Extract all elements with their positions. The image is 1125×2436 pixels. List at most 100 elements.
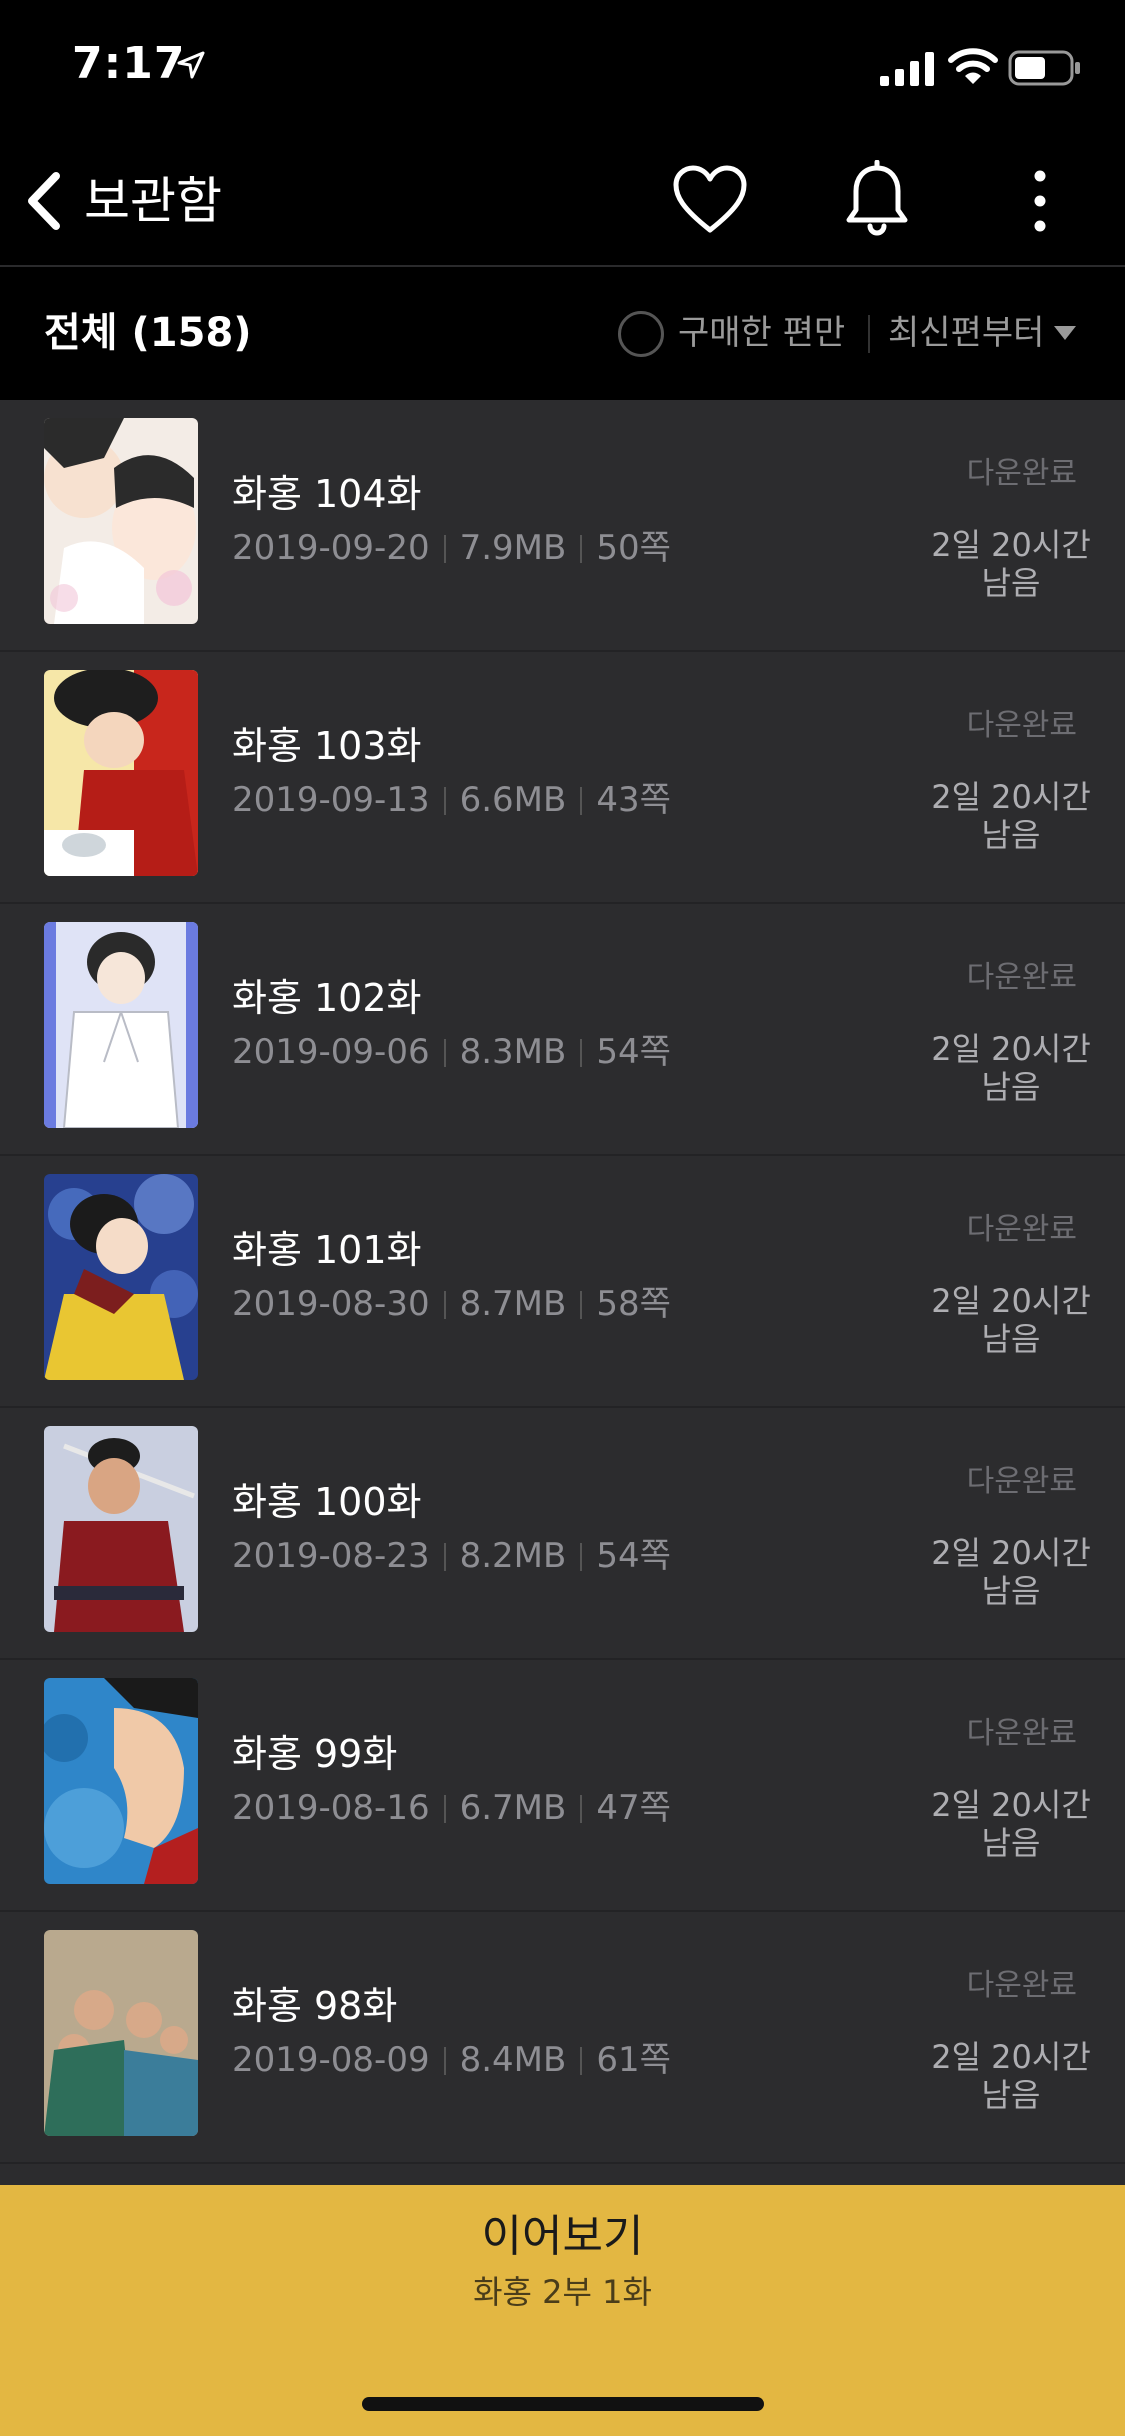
time-remaining: 2일 20시간 남음 [921,526,1101,602]
episode-meta: 2019-08-16 6.7MB 47쪽 [232,1784,671,1832]
heart-icon[interactable] [672,164,748,236]
episode-date: 2019-08-30 [232,1284,430,1324]
episode-meta: 2019-08-30 8.7MB 58쪽 [232,1280,671,1328]
time-remaining-value: 2일 20시간 [931,526,1091,564]
episode-date: 2019-08-16 [232,1788,430,1828]
time-remaining-suffix: 남음 [981,1320,1041,1358]
episode-row[interactable]: 화홍 101화 2019-08-30 8.7MB 58쪽 다운완료 2일 20시간 … [0,1156,1125,1408]
episode-title: 화홍 103화 [232,724,422,768]
episode-meta: 2019-08-23 8.2MB 54쪽 [232,1532,671,1580]
meta-divider [443,1039,446,1067]
location-arrow-icon [177,51,205,79]
sort-dropdown[interactable]: 최신편부터 [888,307,1044,359]
episode-row[interactable]: 화홍 100화 2019-08-23 8.2MB 54쪽 다운완료 2일 20시간 … [0,1408,1125,1660]
total-count-label: 전체 (158) [44,310,252,356]
episode-thumbnail [44,1930,198,2136]
meta-divider [443,1795,446,1823]
meta-divider [580,1291,583,1319]
episode-size: 6.6MB [459,780,567,820]
episode-size: 8.7MB [459,1284,567,1324]
time-remaining-value: 2일 20시간 [931,778,1091,816]
download-status: 다운완료 [966,1212,1077,1247]
meta-divider [580,1543,583,1571]
episode-pages: 47쪽 [596,1788,671,1828]
time-remaining-value: 2일 20시간 [931,1534,1091,1572]
episode-size: 6.7MB [459,1788,567,1828]
home-indicator[interactable] [362,2397,764,2411]
time-remaining-suffix: 남음 [981,1068,1041,1106]
time-remaining-suffix: 남음 [981,564,1041,602]
more-icon[interactable] [1020,166,1060,236]
time-remaining: 2일 20시간 남음 [921,2038,1101,2114]
episode-title: 화홍 99화 [232,1732,398,1776]
episode-date: 2019-08-09 [232,2040,430,2080]
time-remaining: 2일 20시간 남음 [921,1534,1101,1610]
episode-date: 2019-09-13 [232,780,430,820]
episode-pages: 58쪽 [596,1284,671,1324]
episode-row[interactable]: 화홍 104화 2019-09-20 7.9MB 50쪽 다운완료 2일 20시간 … [0,400,1125,652]
episode-meta: 2019-09-06 8.3MB 54쪽 [232,1028,671,1076]
episode-date: 2019-09-06 [232,1032,430,1072]
wifi-icon [948,48,998,84]
episode-thumbnail [44,1174,198,1380]
continue-reading-episode: 화홍 2부 1화 [473,2273,652,2311]
status-bar: 7:17 [0,0,1125,140]
download-status: 다운완료 [966,960,1077,995]
episode-thumbnail [44,418,198,624]
episode-thumbnail [44,670,198,876]
episode-thumbnail [44,922,198,1128]
battery-icon [1008,50,1080,86]
bell-icon[interactable] [844,160,910,240]
time-remaining-suffix: 남음 [981,2076,1041,2114]
episode-pages: 43쪽 [596,780,671,820]
time-remaining-suffix: 남음 [981,816,1041,854]
download-status: 다운완료 [966,1464,1077,1499]
episode-title: 화홍 101화 [232,1228,422,1272]
episode-size: 8.4MB [459,2040,567,2080]
episode-meta: 2019-08-09 8.4MB 61쪽 [232,2036,671,2084]
download-status: 다운완료 [966,456,1077,491]
continue-reading-button[interactable]: 이어보기 화홍 2부 1화 [0,2185,1125,2436]
meta-divider [443,1291,446,1319]
row-divider [0,2162,1125,2164]
caret-down-icon[interactable] [1052,323,1078,343]
download-status: 다운완료 [966,1968,1077,2003]
episode-title: 화홍 104화 [232,472,422,516]
time-remaining: 2일 20시간 남음 [921,1786,1101,1862]
continue-reading-label: 이어보기 [481,2211,644,2262]
time-remaining-value: 2일 20시간 [931,1030,1091,1068]
time-remaining-value: 2일 20시간 [931,1786,1091,1824]
episode-pages: 61쪽 [596,2040,671,2080]
episode-row[interactable]: 화홍 99화 2019-08-16 6.7MB 47쪽 다운완료 2일 20시간 남… [0,1660,1125,1912]
meta-divider [443,2047,446,2075]
download-status: 다운완료 [966,708,1077,743]
purchased-only-label[interactable]: 구매한 편만 [678,307,845,359]
episode-date: 2019-09-20 [232,528,430,568]
meta-divider [580,2047,583,2075]
purchased-only-radio[interactable] [618,311,664,357]
episode-row[interactable]: 화홍 102화 2019-09-06 8.3MB 54쪽 다운완료 2일 20시간 … [0,904,1125,1156]
status-time: 7:17 [72,38,186,89]
back-icon[interactable] [22,168,66,234]
episode-size: 8.2MB [459,1536,567,1576]
page-title[interactable]: 보관함 [84,166,222,236]
download-status: 다운완료 [966,1716,1077,1751]
episode-title: 화홍 98화 [232,1984,398,2028]
filter-bar: 전체 (158) 구매한 편만 최신편부터 [0,267,1125,400]
episode-size: 8.3MB [459,1032,567,1072]
meta-divider [443,787,446,815]
episode-size: 7.9MB [459,528,567,568]
episode-row[interactable]: 화홍 103화 2019-09-13 6.6MB 43쪽 다운완료 2일 20시간 … [0,652,1125,904]
episode-title: 화홍 102화 [232,976,422,1020]
episode-date: 2019-08-23 [232,1536,430,1576]
episode-list[interactable]: 화홍 104화 2019-09-20 7.9MB 50쪽 다운완료 2일 20시간 … [0,400,1125,2185]
episode-pages: 50쪽 [596,528,671,568]
filter-divider [868,315,870,353]
episode-pages: 54쪽 [596,1032,671,1072]
episode-row[interactable]: 화홍 98화 2019-08-09 8.4MB 61쪽 다운완료 2일 20시간 남… [0,1912,1125,2164]
meta-divider [580,787,583,815]
episode-meta: 2019-09-13 6.6MB 43쪽 [232,776,671,824]
cellular-signal-icon [880,52,934,86]
episode-meta: 2019-09-20 7.9MB 50쪽 [232,524,671,572]
time-remaining-value: 2일 20시간 [931,1282,1091,1320]
